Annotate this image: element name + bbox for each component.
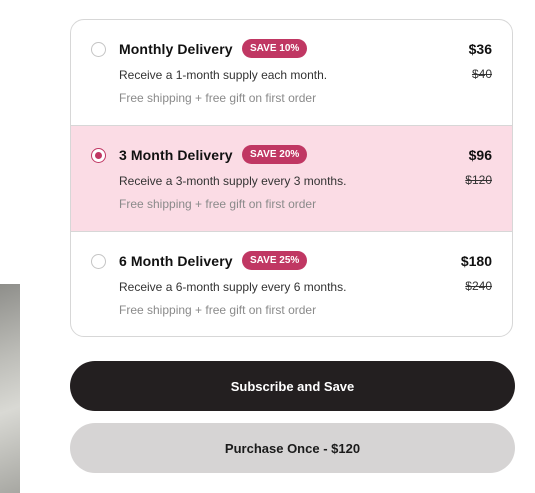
purchase-once-button[interactable]: Purchase Once - $120 xyxy=(70,423,515,473)
save-badge: SAVE 20% xyxy=(242,145,308,164)
plan-old-price: $40 xyxy=(471,67,492,81)
plan-option-3-month[interactable]: 3 Month Delivery SAVE 20% Receive a 3-mo… xyxy=(71,126,512,232)
save-badge: SAVE 25% xyxy=(242,251,308,270)
plan-perk: Free shipping + free gift on first order xyxy=(119,197,317,211)
plan-price: $180 xyxy=(460,253,492,269)
plan-old-price: $120 xyxy=(465,173,492,187)
delivery-plan-selector: Monthly Delivery SAVE 10% Receive a 1-mo… xyxy=(70,19,513,337)
plan-price: $36 xyxy=(468,41,492,57)
plan-title: 3 Month Delivery xyxy=(119,147,233,163)
plan-price: $96 xyxy=(468,147,492,163)
plan-old-price: $240 xyxy=(465,279,492,293)
plan-title: 6 Month Delivery xyxy=(119,253,233,269)
plan-description: Receive a 6-month supply every 6 months. xyxy=(119,280,347,294)
save-badge: SAVE 10% xyxy=(242,39,308,58)
product-photo-edge xyxy=(0,284,20,493)
radio-dot xyxy=(95,152,102,159)
plan-description: Receive a 3-month supply every 3 months. xyxy=(119,174,347,188)
plan-description: Receive a 1-month supply each month. xyxy=(119,68,328,82)
radio-button-icon[interactable] xyxy=(91,42,106,57)
radio-button-icon[interactable] xyxy=(91,254,106,269)
plan-option-6-month[interactable]: 6 Month Delivery SAVE 25% Receive a 6-mo… xyxy=(71,232,512,336)
plan-title: Monthly Delivery xyxy=(119,41,233,57)
radio-button-icon[interactable] xyxy=(91,148,106,163)
plan-perk: Free shipping + free gift on first order xyxy=(119,91,317,105)
plan-perk: Free shipping + free gift on first order xyxy=(119,303,317,317)
plan-option-monthly[interactable]: Monthly Delivery SAVE 10% Receive a 1-mo… xyxy=(71,20,512,126)
subscribe-and-save-button[interactable]: Subscribe and Save xyxy=(70,361,515,411)
